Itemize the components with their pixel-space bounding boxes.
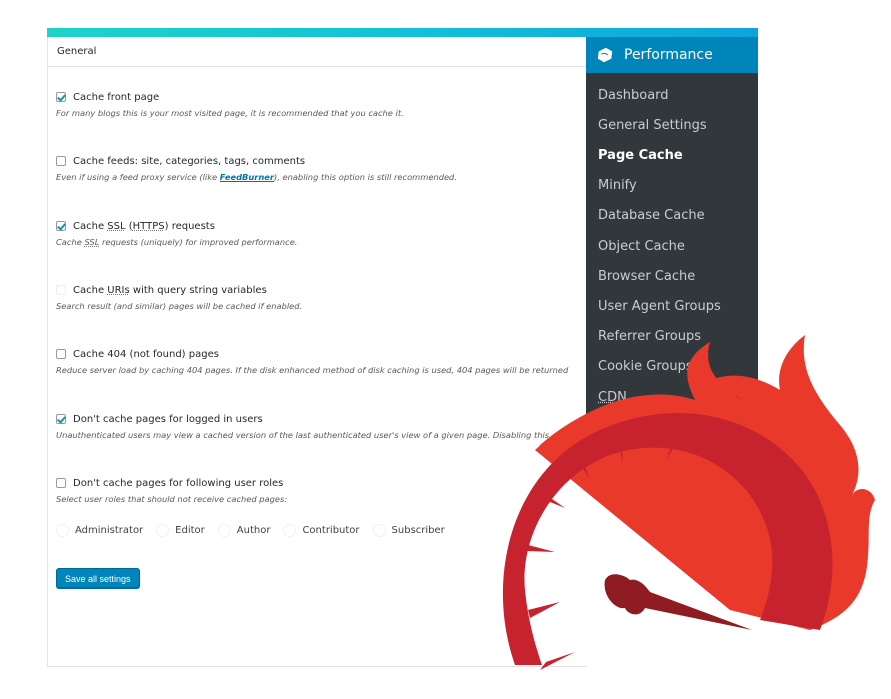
cache-feeds-checkbox[interactable] [56,156,66,166]
sidebar-menu-header[interactable]: Performance [586,37,758,73]
role-editor[interactable]: Editor [156,524,205,537]
panel-header: General [48,37,587,67]
description-text: Even if using a feed proxy service (like [56,172,220,182]
option-label: Cache SSL (HTTPS) requests [73,221,215,232]
sidebar-item-browser-cache[interactable]: Browser Cache [598,269,695,284]
option-label: Cache feeds: site, categories, tags, com… [73,155,306,167]
uris-abbr: URIs [107,284,130,296]
label-text: Cache [73,220,108,232]
sidebar-item-user-agent-groups[interactable]: User Agent Groups [598,299,721,314]
panel-title: General [57,46,97,57]
role-contributor[interactable]: Contributor [283,524,360,537]
gauge-tick [540,652,575,670]
option-label: Don't cache pages for logged in users [73,413,263,425]
role-label: Editor [175,525,205,536]
sidebar-header-title: Performance [624,47,713,63]
user-roles-checkbox[interactable] [56,478,66,488]
role-checkbox[interactable] [56,524,69,537]
gauge-tick [527,545,555,552]
save-all-settings-button[interactable]: Save all settings [56,568,140,588]
option-cache-uris: Cache URIs with query string variables S… [56,283,302,311]
ssl-abbr: SSL [84,237,100,247]
option-description: Even if using a feed proxy service (like… [56,172,457,182]
role-label: Subscriber [391,525,445,536]
gauge-tick [528,602,560,618]
cache-404-checkbox[interactable] [56,349,66,359]
cache-ssl-checkbox[interactable] [56,221,66,231]
description-text: requests (uniquely) for improved perform… [99,237,298,247]
sidebar-item-dashboard[interactable]: Dashboard [598,88,669,103]
sidebar-item-minify[interactable]: Minify [598,178,637,193]
label-text: with query string variables [129,284,267,296]
logged-in-users-checkbox[interactable] [56,414,66,424]
sidebar-item-page-cache[interactable]: Page Cache [598,148,683,163]
option-description: Cache SSL requests (uniquely) for improv… [56,237,297,247]
sidebar-item-general-settings[interactable]: General Settings [598,118,707,133]
cache-front-page-checkbox[interactable] [56,92,66,102]
sidebar-item-database-cache[interactable]: Database Cache [598,208,705,223]
option-cache-front-page: Cache front page For many blogs this is … [56,90,404,118]
option-cache-feeds: Cache feeds: site, categories, tags, com… [56,154,457,182]
option-logged-in-users: Don't cache pages for logged in users Un… [56,412,549,440]
role-label: Contributor [302,525,360,536]
sidebar-item-object-cache[interactable]: Object Cache [598,239,685,254]
label-text: ) requests [164,220,215,232]
cache-uris-checkbox[interactable] [56,285,66,295]
role-label: Author [236,525,271,536]
role-checkbox[interactable] [283,524,297,537]
option-label: Cache URIs with query string variables [73,285,267,296]
label-text: ( [125,220,133,232]
role-administrator[interactable]: Administrator [56,524,143,537]
option-user-roles: Don't cache pages for following user rol… [56,476,287,504]
option-description: Unauthenticated users may view a cached … [56,430,550,440]
option-label: Cache front page [73,91,160,103]
w3tc-logo-icon [597,47,613,63]
role-label: Administrator [75,525,144,536]
top-accent-bar [47,28,758,37]
option-cache-ssl: Cache SSL (HTTPS) requests Cache SSL req… [56,219,297,247]
role-author[interactable]: Author [217,524,271,537]
flaming-speedometer-icon [502,335,875,670]
role-checkbox[interactable] [372,524,386,537]
option-description: Search result (and similar) pages will b… [56,301,303,311]
description-text: ), enabling this option is still recomme… [273,172,457,182]
description-text: Cache [56,237,85,247]
option-label: Don't cache pages for following user rol… [73,477,284,489]
role-checkbox[interactable] [156,524,170,537]
option-description: Select user roles that should not receiv… [56,494,288,504]
role-checkbox[interactable] [217,524,231,537]
label-text: Cache [73,284,108,296]
https-abbr: HTTPS [132,220,165,232]
option-description: For many blogs this is your most visited… [56,108,404,118]
role-subscriber[interactable]: Subscriber [372,524,445,537]
user-roles-list: Administrator Editor Author Contributor … [56,524,458,537]
ssl-abbr: SSL [107,220,126,232]
feedburner-link[interactable]: FeedBurner [220,172,274,182]
option-label: Cache 404 (not found) pages [73,348,219,360]
